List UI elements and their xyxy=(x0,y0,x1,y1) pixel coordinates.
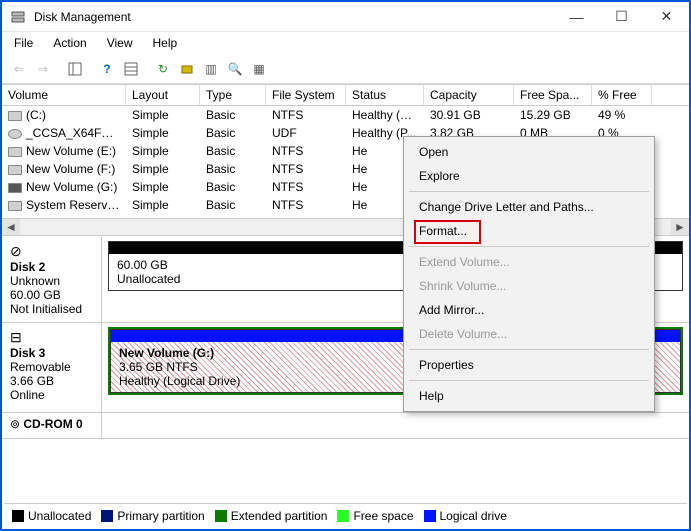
drive-icon xyxy=(8,183,22,193)
app-icon xyxy=(10,9,26,25)
ctx-change-letter[interactable]: Change Drive Letter and Paths... xyxy=(407,195,651,219)
table-header: Volume Layout Type File System Status Ca… xyxy=(2,84,689,106)
disk-row: ⊚ CD-ROM 0 xyxy=(2,413,689,439)
col-type[interactable]: Type xyxy=(200,85,266,105)
swatch-logical-icon xyxy=(424,510,436,522)
titlebar: Disk Management — ☐ ✕ xyxy=(2,2,689,32)
manage-icon[interactable]: ▦ xyxy=(248,58,270,80)
scroll-right-icon[interactable]: ► xyxy=(671,219,689,235)
list-icon[interactable] xyxy=(120,58,142,80)
disk-size: 60.00 GB xyxy=(10,288,93,302)
disk-size: 3.66 GB xyxy=(10,374,93,388)
drive-icon xyxy=(8,111,22,121)
context-menu: Open Explore Change Drive Letter and Pat… xyxy=(403,136,655,412)
disk-name: CD-ROM 0 xyxy=(23,417,82,431)
back-icon: ⇐ xyxy=(8,58,30,80)
ctx-properties[interactable]: Properties xyxy=(407,353,651,377)
forward-icon: ⇒ xyxy=(32,58,54,80)
ctx-explore[interactable]: Explore xyxy=(407,164,651,188)
scroll-left-icon[interactable]: ◄ xyxy=(2,219,20,235)
rescan-icon[interactable] xyxy=(176,58,198,80)
swatch-primary-icon xyxy=(101,510,113,522)
disk-name: Disk 2 xyxy=(10,260,93,274)
col-free[interactable]: Free Spa... xyxy=(514,85,592,105)
maximize-button[interactable]: ☐ xyxy=(599,2,644,31)
col-volume[interactable]: Volume xyxy=(2,85,126,105)
menu-action[interactable]: Action xyxy=(45,34,94,52)
minimize-button[interactable]: — xyxy=(554,2,599,31)
col-pctfree[interactable]: % Free xyxy=(592,85,652,105)
drive-icon xyxy=(8,165,22,175)
menu-view[interactable]: View xyxy=(99,34,141,52)
drive-icon xyxy=(8,201,22,211)
swatch-extended-icon xyxy=(215,510,227,522)
ctx-extend: Extend Volume... xyxy=(407,250,651,274)
help-icon[interactable]: ? xyxy=(96,58,118,80)
ctx-delete: Delete Volume... xyxy=(407,322,651,346)
disk-kind: Removable xyxy=(10,360,93,374)
swatch-free-icon xyxy=(337,510,349,522)
disk-state: Online xyxy=(10,388,93,402)
disk-kind: Unknown xyxy=(10,274,93,288)
col-layout[interactable]: Layout xyxy=(126,85,200,105)
legend: Unallocated Primary partition Extended p… xyxy=(4,503,687,527)
drive-icon xyxy=(8,147,22,157)
settings-icon[interactable]: ▥ xyxy=(200,58,222,80)
col-status[interactable]: Status xyxy=(346,85,424,105)
ctx-help[interactable]: Help xyxy=(407,384,651,408)
disk-name: Disk 3 xyxy=(10,346,93,360)
close-button[interactable]: ✕ xyxy=(644,2,689,31)
action-icon[interactable]: 🔍 xyxy=(224,58,246,80)
refresh-icon[interactable]: ↻ xyxy=(152,58,174,80)
ctx-open[interactable]: Open xyxy=(407,140,651,164)
ctx-mirror[interactable]: Add Mirror... xyxy=(407,298,651,322)
menu-file[interactable]: File xyxy=(6,34,41,52)
col-filesystem[interactable]: File System xyxy=(266,85,346,105)
disk-state: Not Initialised xyxy=(10,302,93,316)
window-title: Disk Management xyxy=(34,10,554,24)
col-capacity[interactable]: Capacity xyxy=(424,85,514,105)
disc-icon xyxy=(8,129,22,139)
swatch-unallocated-icon xyxy=(12,510,24,522)
ctx-shrink: Shrink Volume... xyxy=(407,274,651,298)
menubar: File Action View Help xyxy=(2,32,689,54)
toolbar: ⇐ ⇒ ? ↻ ▥ 🔍 ▦ xyxy=(2,54,689,84)
menu-help[interactable]: Help xyxy=(145,34,186,52)
table-row[interactable]: (C:)SimpleBasicNTFSHealthy (B...30.91 GB… xyxy=(2,106,689,124)
ctx-format[interactable]: Format... xyxy=(407,219,651,243)
show-hide-icon[interactable] xyxy=(64,58,86,80)
